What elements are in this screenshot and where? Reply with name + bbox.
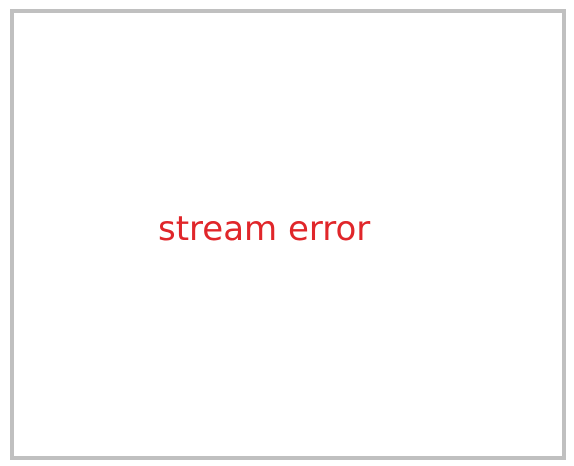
stream-error-message: stream error [158,209,371,249]
video-player-frame: stream error [10,9,566,460]
